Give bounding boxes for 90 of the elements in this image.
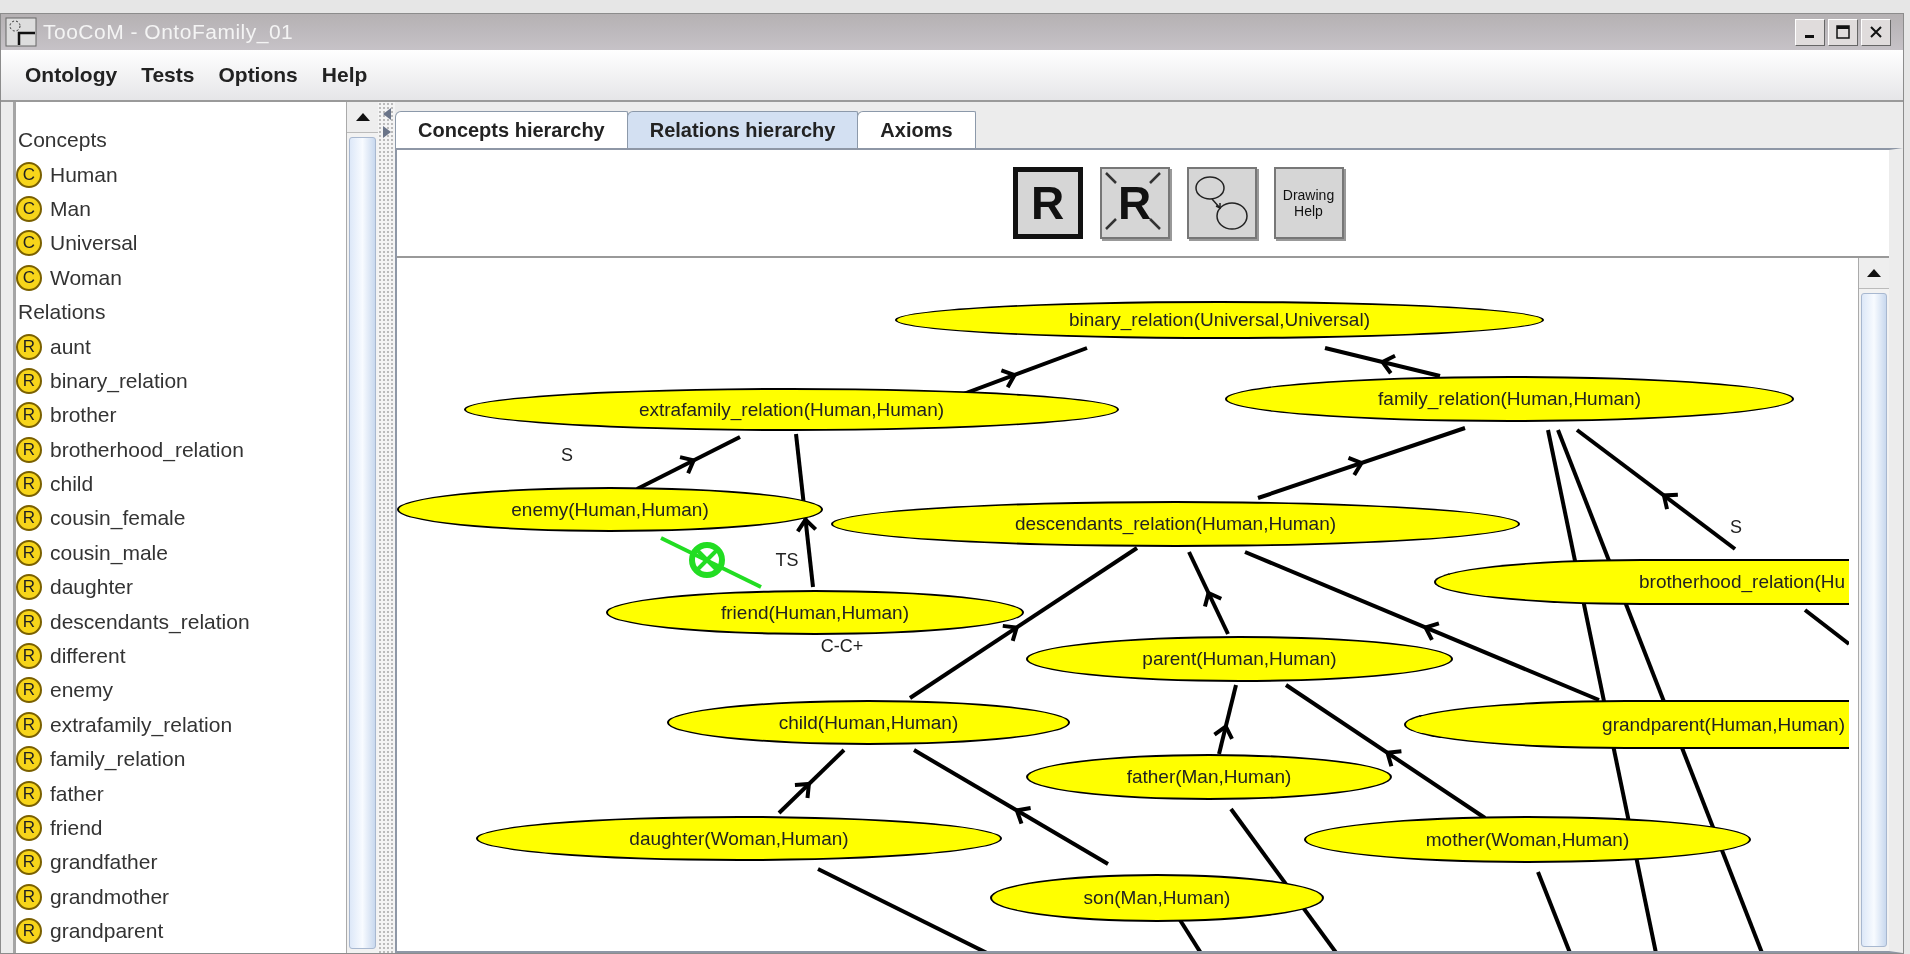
badge-icon: C: [16, 230, 42, 257]
tree-item[interactable]: grandfather: [50, 850, 158, 875]
badge-icon: C: [16, 195, 42, 222]
badge-icon: R: [16, 711, 42, 738]
scroll-up-icon[interactable]: [355, 113, 370, 121]
tab[interactable]: Concepts hierarchy: [395, 111, 628, 148]
relation-node[interactable]: binary_relation(Universal,Universal): [895, 301, 1544, 339]
tree-item[interactable]: different: [50, 644, 126, 669]
tree-item[interactable]: brother: [50, 403, 117, 428]
tree-section[interactable]: Relations: [16, 294, 346, 330]
tree-item[interactable]: friend: [50, 816, 103, 840]
tree-item[interactable]: aunt: [50, 334, 91, 359]
relation-node[interactable]: brotherhood_relation(Hu: [1434, 559, 1849, 605]
badge-icon: R: [16, 643, 42, 670]
tree-item[interactable]: cousin_male: [50, 540, 168, 565]
maximize-button[interactable]: [1828, 18, 1858, 46]
badge-icon: R: [16, 436, 42, 463]
badge-icon: R: [16, 746, 42, 773]
badge-icon: C: [16, 161, 42, 188]
edge-label: TS: [775, 549, 799, 571]
edge-label: S: [1730, 516, 1742, 538]
badge-icon: R: [16, 367, 42, 394]
app-icon: [5, 17, 37, 47]
relation-node[interactable]: friend(Human,Human): [606, 590, 1024, 635]
tree-item[interactable]: Man: [50, 196, 91, 221]
tree-item[interactable]: grandparent: [50, 919, 164, 944]
edge-label: C-C+: [820, 635, 864, 657]
scrollbar[interactable]: [1858, 258, 1889, 951]
relation-node[interactable]: descendants_relation(Human,Human): [831, 501, 1520, 547]
edge-label: S: [561, 444, 573, 466]
tree-item[interactable]: enemy: [50, 678, 114, 703]
show-relations-button[interactable]: R: [1012, 167, 1083, 239]
relation-node[interactable]: daughter(Woman,Human): [476, 816, 1002, 861]
tree-item[interactable]: extrafamily_relation: [50, 712, 233, 737]
scrollbar[interactable]: [346, 102, 378, 953]
badge-icon: R: [16, 780, 42, 807]
edge-line: [1803, 608, 1849, 646]
relation-node[interactable]: grandparent(Human,Human): [1404, 700, 1849, 749]
relation-node[interactable]: enemy(Human,Human): [397, 487, 823, 532]
close-icon[interactable]: [1869, 25, 1883, 39]
badge-icon: R: [16, 402, 42, 429]
badge-icon: R: [16, 918, 42, 945]
drawing-help-button[interactable]: Drawing Help: [1273, 167, 1344, 239]
relation-node[interactable]: extrafamily_relation(Human,Human): [464, 388, 1119, 431]
badge-icon: R: [16, 574, 42, 601]
tree-item[interactable]: family_relation: [50, 747, 186, 772]
tree-item[interactable]: Universal: [50, 231, 138, 256]
tree-item[interactable]: descendants_relation: [50, 609, 250, 634]
badge-icon: C: [16, 264, 42, 291]
tree-item[interactable]: grandmother: [50, 884, 170, 909]
layout-button[interactable]: [1186, 167, 1257, 239]
minimize-button[interactable]: [1795, 18, 1825, 46]
scroll-up-icon[interactable]: [1867, 269, 1881, 277]
relation-node[interactable]: father(Man,Human): [1026, 754, 1392, 800]
badge-icon: R: [16, 539, 42, 566]
tree-item[interactable]: binary_relation: [50, 368, 188, 393]
hide-relations-button[interactable]: R: [1099, 167, 1170, 239]
badge-icon: R: [16, 471, 42, 498]
menu-item[interactable]: Help: [319, 59, 380, 91]
menu-item[interactable]: Ontology: [23, 59, 130, 91]
tree-section[interactable]: Concepts: [16, 123, 346, 158]
tab[interactable]: Axioms: [857, 111, 976, 148]
tab[interactable]: Relations hierarchy: [626, 111, 859, 148]
badge-icon: R: [16, 505, 42, 532]
tree-item[interactable]: Woman: [50, 265, 122, 290]
badge-icon: R: [16, 677, 42, 704]
tree-item[interactable]: brotherhood_relation: [50, 437, 244, 462]
relation-node[interactable]: parent(Human,Human): [1026, 636, 1453, 682]
cross-icon: [1103, 171, 1162, 231]
tree-item[interactable]: cousin_female: [50, 506, 186, 531]
badge-icon: R: [16, 849, 42, 876]
relation-node[interactable]: child(Human,Human): [667, 700, 1070, 745]
tree-item[interactable]: child: [50, 472, 94, 497]
relation-node[interactable]: son(Man,Human): [990, 874, 1324, 922]
expand-right-icon[interactable]: [382, 126, 391, 138]
relation-node[interactable]: family_relation(Human,Human): [1225, 376, 1794, 422]
maximize-icon[interactable]: [1835, 24, 1851, 40]
menu-item[interactable]: Tests: [139, 59, 207, 91]
collapse-left-icon[interactable]: [382, 108, 391, 120]
window-title: TooCoM - OntoFamily_01: [43, 20, 295, 44]
menu-item[interactable]: Options: [216, 59, 310, 91]
tree-item[interactable]: Human: [50, 162, 118, 187]
tree-item[interactable]: father: [50, 781, 104, 806]
badge-icon: R: [16, 883, 42, 910]
badge-icon: R: [16, 815, 42, 841]
badge-icon: R: [16, 608, 42, 635]
badge-icon: R: [16, 333, 42, 360]
close-button[interactable]: [1861, 18, 1891, 46]
relation-node[interactable]: mother(Woman,Human): [1304, 816, 1751, 863]
tree-item[interactable]: daughter: [50, 575, 133, 600]
